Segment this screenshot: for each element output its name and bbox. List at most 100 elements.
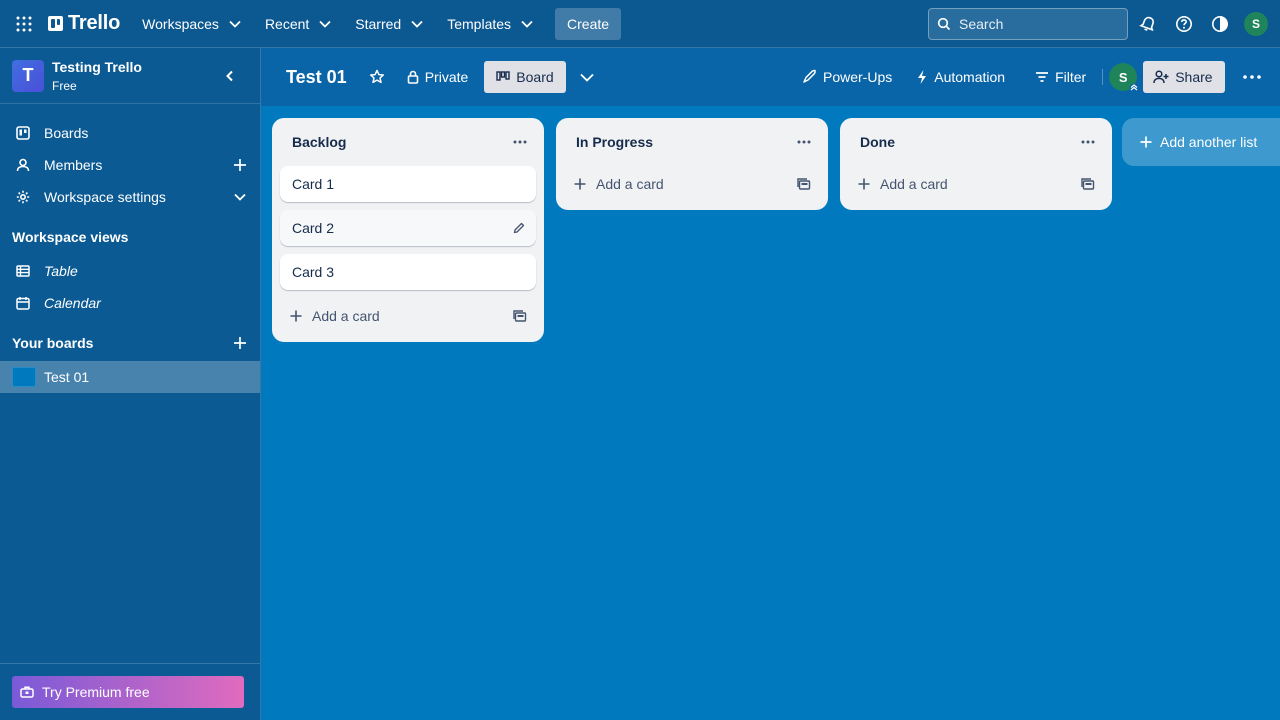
search-box[interactable]: [928, 8, 1128, 40]
board-view-button[interactable]: Board: [484, 61, 566, 93]
board-member-avatar[interactable]: S: [1109, 63, 1139, 93]
list-in-progress[interactable]: In Progress Add a card: [556, 118, 828, 210]
board-title[interactable]: Test 01: [286, 67, 347, 88]
card[interactable]: Card 1: [280, 166, 536, 202]
card-title: Card 1: [292, 176, 335, 192]
sidebar-item-workspace-settings[interactable]: Workspace settings: [0, 181, 260, 213]
switch-view-button[interactable]: [572, 61, 602, 93]
share-button[interactable]: Share: [1143, 61, 1225, 93]
starred-menu-label: Starred: [355, 15, 402, 32]
search-input[interactable]: [959, 16, 1109, 32]
workspace-sidebar: T Testing Trello Free Boards Members Wor…: [0, 48, 261, 720]
create-from-template-icon[interactable]: [1078, 174, 1098, 194]
gear-icon: [16, 190, 30, 204]
list-header: Backlog: [272, 118, 544, 166]
power-ups-button[interactable]: Power-Ups: [793, 61, 900, 93]
visibility-button[interactable]: Private: [399, 61, 477, 93]
sidebar-item-label: Workspace settings: [44, 189, 166, 205]
add-person-icon: [1153, 70, 1169, 84]
create-button[interactable]: Create: [555, 7, 622, 40]
automation-button[interactable]: Automation: [908, 61, 1013, 93]
list-actions-button[interactable]: [1076, 130, 1100, 154]
person-icon: [16, 158, 30, 172]
card[interactable]: Card 2: [280, 210, 536, 246]
sidebar-divider: [0, 663, 260, 664]
filter-label: Filter: [1055, 69, 1087, 85]
add-card-button[interactable]: Add a card: [290, 308, 380, 324]
expand-settings-button[interactable]: [230, 187, 250, 207]
board-header-actions: Power-Ups Automation Filter S Share: [793, 61, 1269, 93]
share-label: Share: [1175, 69, 1213, 85]
sidebar-item-label: Members: [44, 157, 103, 173]
workspace-name[interactable]: Testing Trello: [52, 59, 142, 75]
add-card-label: Add a card: [880, 176, 948, 192]
add-member-button[interactable]: [230, 155, 250, 175]
templates-menu[interactable]: Templates: [439, 8, 541, 40]
list-actions-button[interactable]: [792, 130, 816, 154]
board-view-label: Board: [516, 69, 554, 85]
edit-pencil-icon[interactable]: [512, 221, 526, 235]
card[interactable]: Card 3: [280, 254, 536, 290]
filter-icon: [1036, 72, 1049, 82]
workspaces-menu-label: Workspaces: [142, 15, 219, 32]
sidebar-item-table[interactable]: Table: [0, 255, 260, 287]
plus-icon: [1140, 136, 1152, 148]
list-title[interactable]: Backlog: [292, 134, 346, 150]
user-avatar[interactable]: S: [1244, 12, 1268, 36]
power-ups-label: Power-Ups: [823, 69, 893, 85]
list-actions-button[interactable]: [508, 130, 532, 154]
sidebar-item-label: Calendar: [44, 295, 101, 311]
filter-button[interactable]: Filter: [1027, 61, 1094, 93]
sidebar-item-label: Table: [44, 263, 78, 279]
notifications-bell-icon[interactable]: [1136, 12, 1160, 36]
app-switcher-icon[interactable]: [12, 12, 36, 36]
board-menu-button[interactable]: [1235, 61, 1269, 93]
add-board-button[interactable]: [230, 333, 250, 353]
add-list-label: Add another list: [1160, 134, 1258, 150]
help-icon[interactable]: [1172, 12, 1196, 36]
more-horizontal-icon: [1242, 75, 1261, 79]
create-from-template-icon[interactable]: [510, 306, 530, 326]
visibility-label: Private: [424, 69, 469, 85]
card-title: Card 2: [292, 220, 335, 236]
lock-icon: [407, 70, 419, 84]
workspace-views-heading: Workspace views: [12, 229, 129, 245]
recent-menu[interactable]: Recent: [257, 8, 339, 40]
add-card-button[interactable]: Add a card: [858, 176, 948, 192]
create-from-template-icon[interactable]: [794, 174, 814, 194]
star-board-button[interactable]: [365, 61, 389, 93]
try-premium-button[interactable]: Try Premium free: [12, 676, 244, 708]
trello-logo[interactable]: Trello: [48, 12, 120, 35]
more-horizontal-icon: [513, 140, 527, 144]
sidebar-board-test-01[interactable]: Test 01: [0, 361, 260, 393]
add-card-row: Add a card: [848, 166, 1104, 202]
starred-menu[interactable]: Starred: [347, 8, 431, 40]
premium-briefcase-icon: [20, 686, 34, 698]
sidebar-item-members[interactable]: Members: [0, 149, 260, 181]
header-divider: [1102, 69, 1104, 85]
list-done[interactable]: Done Add a card: [840, 118, 1112, 210]
chevron-down-icon: [580, 73, 594, 82]
lightning-icon: [918, 70, 927, 84]
workspace-header: T Testing Trello Free: [0, 48, 260, 104]
workspaces-menu[interactable]: Workspaces: [134, 8, 249, 40]
admin-badge-icon: [1129, 83, 1139, 93]
theme-toggle-icon[interactable]: [1208, 12, 1232, 36]
list-title[interactable]: In Progress: [576, 134, 653, 150]
sidebar-board-label: Test 01: [44, 369, 90, 385]
list-title[interactable]: Done: [860, 134, 895, 150]
sidebar-item-boards[interactable]: Boards: [0, 117, 260, 149]
list-backlog[interactable]: Backlog Card 1 Card 2 Card 3 Add a card: [272, 118, 544, 342]
try-premium-label: Try Premium free: [42, 684, 150, 700]
chevron-down-icon: [521, 20, 533, 28]
add-card-row: Add a card: [280, 298, 536, 334]
sidebar-item-calendar[interactable]: Calendar: [0, 287, 260, 319]
star-icon: [369, 69, 384, 84]
add-another-list-button[interactable]: Add another list: [1122, 118, 1280, 166]
workspace-avatar[interactable]: T: [12, 59, 44, 92]
board-thumbnail: [12, 367, 36, 387]
workspace-plan: Free: [52, 78, 77, 93]
collapse-sidebar-button[interactable]: [218, 64, 242, 88]
plus-icon: [234, 159, 246, 171]
add-card-button[interactable]: Add a card: [574, 176, 664, 192]
